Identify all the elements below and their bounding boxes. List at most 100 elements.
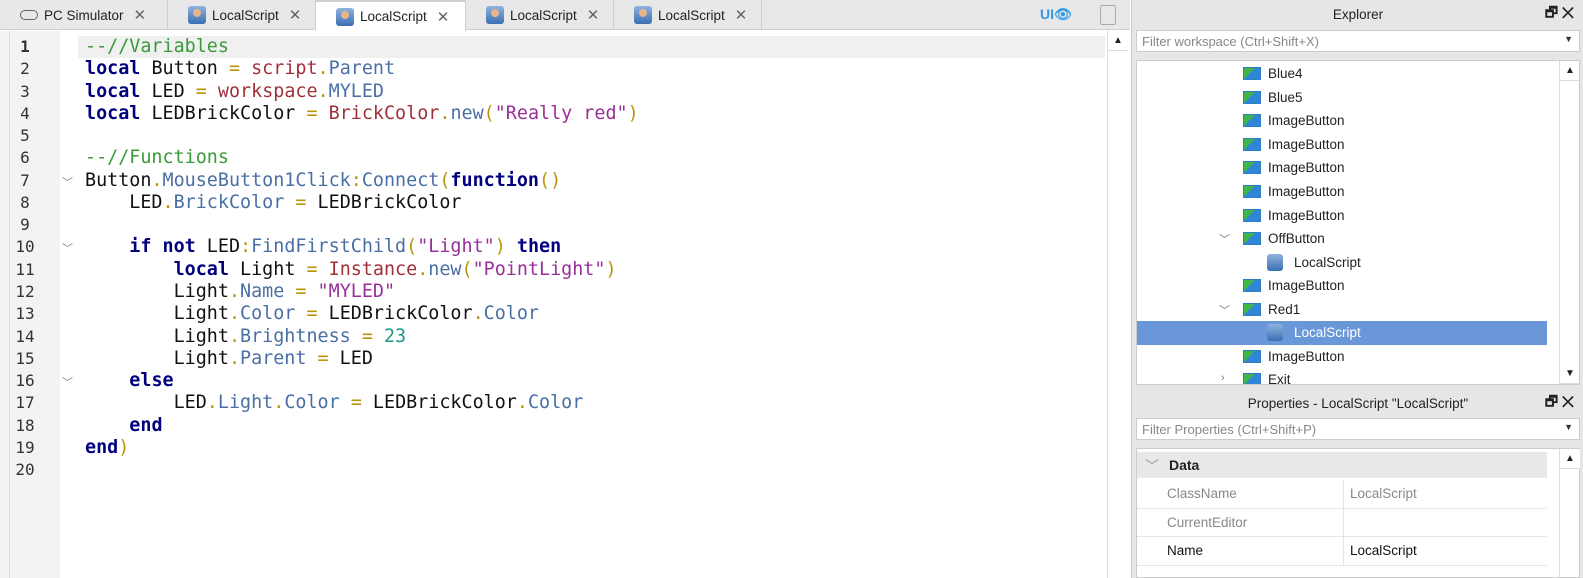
explorer-item[interactable]: LocalScript xyxy=(1137,321,1547,345)
explorer-item[interactable]: ImageButton xyxy=(1137,345,1547,369)
explorer-item[interactable]: ImageButton xyxy=(1137,109,1547,133)
code-token: if not xyxy=(129,236,196,258)
property-name: CurrentEditor xyxy=(1167,514,1248,530)
dropdown-arrow-icon[interactable]: ▼ xyxy=(1564,34,1573,44)
code-line[interactable]: local Button = script.Parent xyxy=(85,58,395,80)
property-name: ClassName xyxy=(1167,486,1237,501)
code-token: Light xyxy=(85,347,229,369)
ui-visibility-toggle[interactable]: UI👁 xyxy=(1040,6,1072,23)
code-line[interactable]: Light.Color = LEDBrickColor.Color xyxy=(85,303,539,325)
fold-chevron-icon[interactable]: ﹀ xyxy=(62,374,73,390)
scroll-down-icon[interactable]: ▼ xyxy=(1560,364,1579,384)
code-line[interactable]: end xyxy=(85,415,162,437)
code-token: then xyxy=(516,236,562,258)
chevron-down-icon[interactable]: ﹀ xyxy=(1219,302,1230,318)
close-icon[interactable]: ✕ xyxy=(1562,393,1574,409)
explorer-item[interactable]: Blue5 xyxy=(1137,86,1547,110)
property-row[interactable]: Name LocalScript xyxy=(1137,537,1547,566)
code-token: LED xyxy=(85,191,163,213)
properties-filter-input[interactable]: Filter Properties (Ctrl+Shift+P) ▼ xyxy=(1136,418,1580,440)
code-line[interactable]: end) xyxy=(85,437,129,459)
explorer-item[interactable]: ﹀ OffButton xyxy=(1137,227,1547,251)
code-line[interactable]: --//Variables xyxy=(85,36,229,58)
code-token: local xyxy=(173,258,229,280)
code-line[interactable]: else xyxy=(85,370,173,392)
properties-scrollbar[interactable]: ▲ xyxy=(1559,449,1580,577)
filter-placeholder: Filter Properties (Ctrl+Shift+P) xyxy=(1142,422,1317,437)
fold-chevron-icon[interactable]: ﹀ xyxy=(62,174,73,190)
code-line[interactable]: --//Functions xyxy=(85,147,229,169)
chevron-right-icon[interactable]: › xyxy=(1221,372,1225,384)
property-row[interactable]: ClassName LocalScript xyxy=(1137,480,1547,509)
tab-localscript[interactable]: LocalScript ✕ xyxy=(466,0,614,30)
explorer-item[interactable]: ImageButton xyxy=(1137,203,1547,227)
code-token: LEDBrickColor xyxy=(140,102,307,124)
code-line[interactable]: LED.BrickColor = LEDBrickColor xyxy=(85,191,462,214)
explorer-item[interactable]: › Exit xyxy=(1137,368,1547,385)
explorer-item-label: Exit xyxy=(1268,372,1291,385)
close-tab-icon[interactable]: ✕ xyxy=(134,6,147,24)
code-line[interactable]: Light.Name = "MYLED" xyxy=(85,280,396,303)
line-number: 4 xyxy=(20,103,30,123)
explorer-item-label: LocalScript xyxy=(1294,325,1361,341)
code-token: = xyxy=(306,102,318,124)
property-value[interactable]: LocalScript xyxy=(1343,537,1547,566)
close-tab-icon[interactable]: ✕ xyxy=(735,6,748,24)
code-token: Button xyxy=(85,169,152,191)
editor-scrollbar[interactable]: ▲ xyxy=(1107,31,1129,578)
code-line[interactable]: Light.Parent = LED xyxy=(85,348,373,370)
code-line[interactable]: Button.MouseButton1Click:Connect(functio… xyxy=(85,170,561,192)
code-token: LEDBrickColor xyxy=(317,303,473,325)
code-token: = xyxy=(306,258,318,280)
code-token: LED xyxy=(195,236,241,258)
property-row[interactable]: CurrentEditor xyxy=(1137,508,1547,537)
explorer-item[interactable]: ImageButton xyxy=(1137,180,1547,204)
code-line[interactable]: LED.Light.Color = LEDBrickColor.Color xyxy=(85,392,584,414)
code-token: LEDBrickColor xyxy=(306,191,462,213)
explorer-item[interactable]: ﹀ Red1 xyxy=(1137,298,1547,322)
fold-chevron-icon[interactable]: ﹀ xyxy=(62,240,73,256)
code-line[interactable]: Light.Brightness = 23 xyxy=(85,326,407,348)
explorer-item[interactable]: ImageButton xyxy=(1137,133,1547,157)
explorer-filter-input[interactable]: Filter workspace (Ctrl+Shift+X) ▼ xyxy=(1136,30,1580,52)
image-icon xyxy=(1243,114,1261,128)
float-panel-icon[interactable]: 🗗 xyxy=(1545,4,1558,20)
explorer-item[interactable]: LocalScript xyxy=(1137,250,1547,274)
code-token: Name xyxy=(240,280,285,302)
script-editor[interactable]: 1 --//Variables 2 local Button = script.Par… xyxy=(0,31,1130,578)
tab-localscript[interactable]: LocalScript ✕ xyxy=(316,0,466,31)
tab-localscript[interactable]: LocalScript ✕ xyxy=(168,0,316,30)
scroll-up-icon[interactable]: ▲ xyxy=(1560,449,1580,469)
explorer-item[interactable]: Blue4 xyxy=(1137,62,1547,86)
chevron-down-icon[interactable]: ﹀ xyxy=(1219,231,1230,247)
tab-pc-simulator[interactable]: PC Simulator ✕ xyxy=(0,0,168,30)
code-token: . xyxy=(472,303,484,325)
code-token: . xyxy=(162,191,174,213)
line-number: 2 xyxy=(20,59,30,79)
close-icon[interactable]: ✕ xyxy=(1562,4,1574,20)
code-line[interactable]: local LEDBrickColor = BrickColor.new("Re… xyxy=(85,103,639,125)
code-token: = xyxy=(350,392,362,414)
scroll-up-icon[interactable]: ▲ xyxy=(1560,61,1579,81)
close-tab-icon[interactable]: ✕ xyxy=(587,6,600,24)
explorer-scrollbar[interactable]: ▲ ▼ xyxy=(1559,61,1579,384)
dropdown-arrow-icon[interactable]: ▼ xyxy=(1564,422,1573,432)
line-number: 7 xyxy=(20,170,30,190)
explorer-item[interactable]: ImageButton xyxy=(1137,156,1547,180)
code-line[interactable]: if not LED:FindFirstChild("Light") then xyxy=(85,236,561,258)
tab-localscript[interactable]: LocalScript ✕ xyxy=(614,0,762,30)
section-data[interactable]: ﹀ Data xyxy=(1137,452,1547,478)
device-emulator-icon[interactable] xyxy=(1100,5,1116,25)
scroll-up-icon[interactable]: ▲ xyxy=(1108,31,1128,51)
code-token: ( xyxy=(461,258,473,280)
code-line[interactable]: local LED = workspace.MYLED xyxy=(85,81,384,103)
code-line[interactable]: local Light = Instance.new("PointLight") xyxy=(85,259,617,281)
close-tab-icon[interactable]: ✕ xyxy=(289,6,302,24)
float-panel-icon[interactable]: 🗗 xyxy=(1545,393,1558,409)
explorer-item[interactable]: ImageButton xyxy=(1137,274,1547,298)
close-tab-icon[interactable]: ✕ xyxy=(437,8,450,26)
